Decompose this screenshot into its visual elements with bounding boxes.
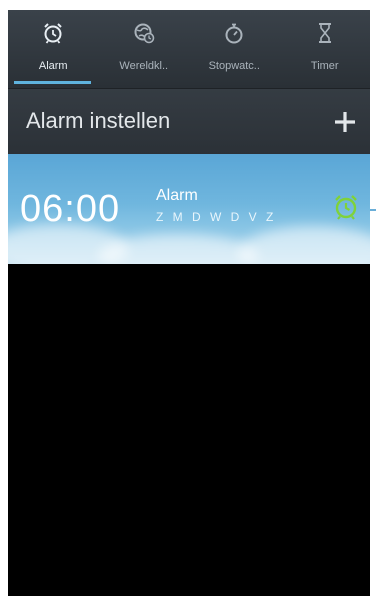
overflow-indicator-icon	[370, 209, 376, 211]
clock-app-screen: Alarm Wereldkl.. Stopwatc.. Timer Alarm …	[8, 10, 370, 596]
tab-alarm-label: Alarm	[38, 60, 68, 72]
world-clock-icon	[134, 23, 155, 44]
page-title: Alarm instellen	[26, 108, 171, 133]
hourglass-icon	[318, 23, 331, 43]
tab-bar: Alarm Wereldkl.. Stopwatc.. Timer	[8, 10, 370, 88]
alarm-time: 06:00	[20, 188, 121, 230]
alarm-repeat-days: Z M D W D V Z	[156, 210, 277, 224]
stopwatch-icon	[225, 23, 243, 44]
alarm-on-icon	[335, 195, 357, 220]
alarm-clock-icon	[44, 23, 62, 44]
add-alarm-button[interactable]	[326, 103, 364, 141]
plus-icon	[335, 112, 355, 132]
tab-stopwatch[interactable]: Stopwatc..	[189, 10, 280, 88]
alarm-header: Alarm instellen	[8, 88, 370, 155]
tab-world-clock[interactable]: Wereldkl..	[99, 10, 190, 88]
tab-timer-label: Timer	[310, 60, 339, 72]
tab-stopwatch-label: Stopwatc..	[208, 60, 260, 72]
tab-alarm[interactable]: Alarm	[8, 10, 99, 88]
tab-world-clock-label: Wereldkl..	[119, 60, 169, 72]
alarm-name: Alarm	[156, 187, 198, 204]
alarm-list-item[interactable]: 06:00 Alarm Z M D W D V Z	[8, 154, 370, 264]
tab-timer[interactable]: Timer	[280, 10, 371, 88]
active-tab-indicator	[14, 81, 91, 84]
alarm-toggle-button[interactable]	[331, 192, 361, 222]
